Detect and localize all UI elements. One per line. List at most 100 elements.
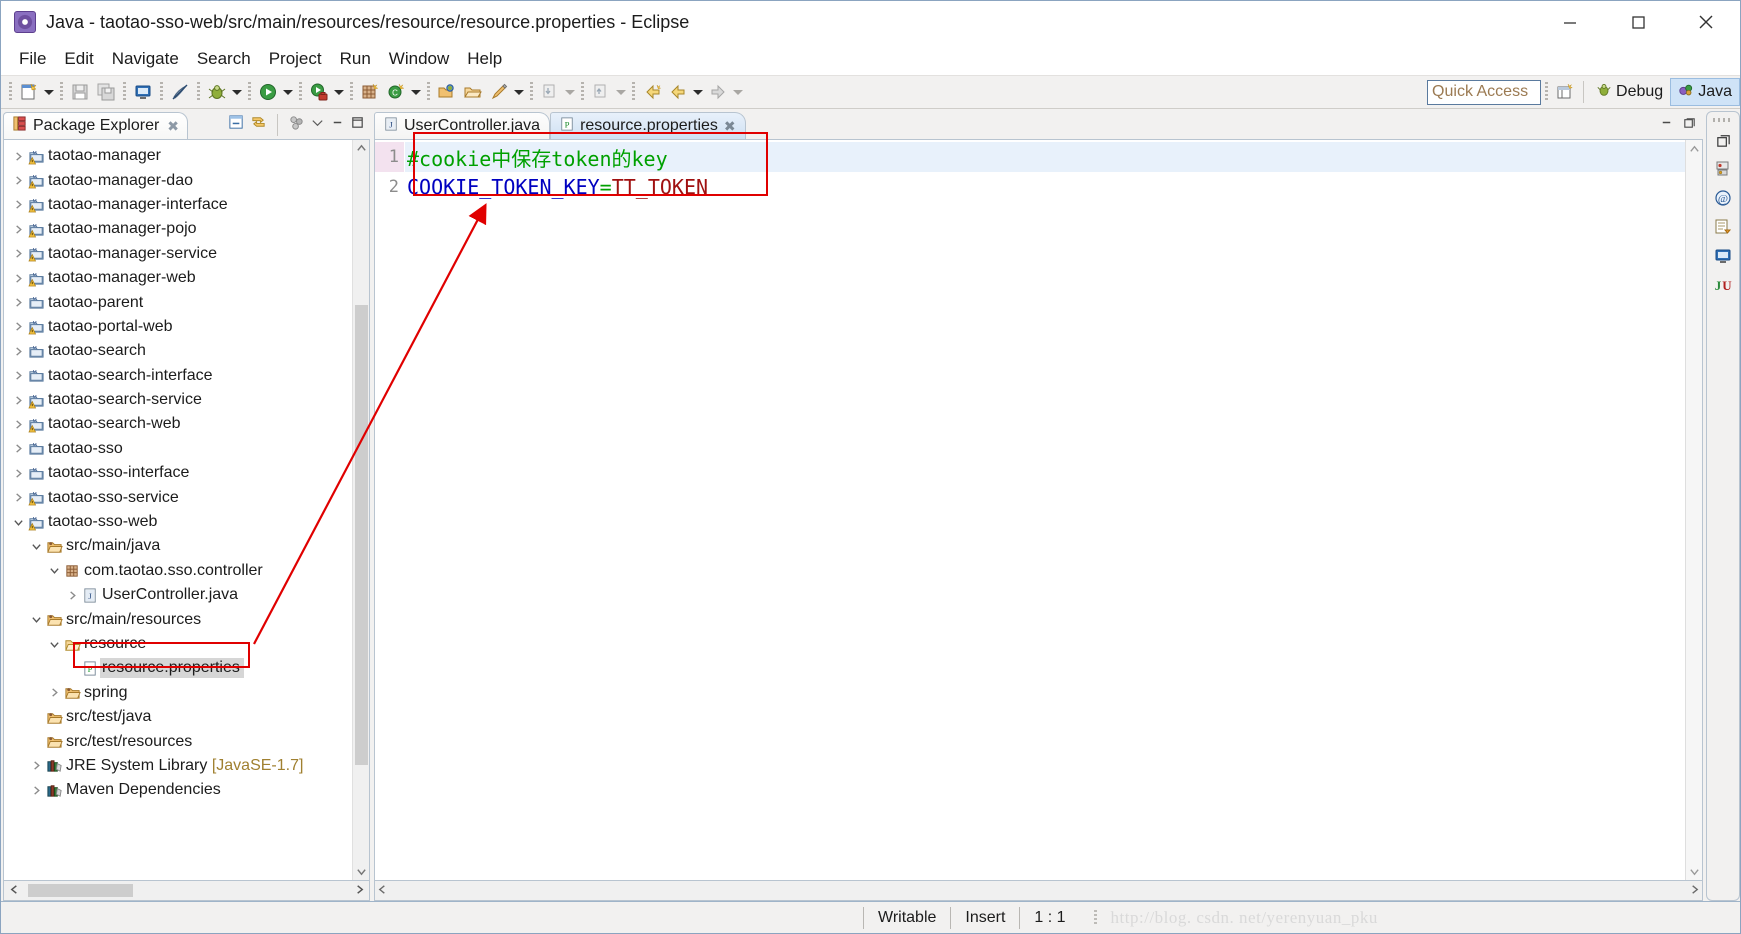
last-edit-location-icon[interactable] <box>639 79 665 105</box>
quick-access-input[interactable]: Quick Access <box>1427 79 1542 105</box>
menu-navigate[interactable]: Navigate <box>103 47 188 71</box>
tree-vertical-scrollbar[interactable] <box>352 140 369 880</box>
toolbar-grip-4[interactable] <box>160 82 163 102</box>
tree-item[interactable]: Mtaotao-sso-interface <box>4 461 352 485</box>
junit-view-icon[interactable]: JU <box>1712 274 1734 296</box>
tree-item[interactable]: Mtaotao-sso-service <box>4 485 352 509</box>
tree-item[interactable]: src/test/java <box>4 705 352 729</box>
tree-scroll-down-icon[interactable] <box>353 863 369 880</box>
view-menu-filter-icon[interactable] <box>288 114 305 136</box>
back-navigation-icon[interactable] <box>665 79 691 105</box>
tree-horizontal-scrollbar[interactable] <box>3 881 370 901</box>
chevron-down-icon[interactable] <box>28 614 44 625</box>
project-tree[interactable]: Mtaotao-manager Mtaotao-manager-dao Mtaota… <box>3 139 370 881</box>
toolbar-grip-2[interactable] <box>60 82 63 102</box>
next-annotation-dropdown-icon[interactable] <box>614 79 628 105</box>
tree-item[interactable]: Mtaotao-sso <box>4 437 352 461</box>
open-type-icon[interactable] <box>434 79 460 105</box>
chevron-right-icon[interactable] <box>10 443 26 454</box>
menu-project[interactable]: Project <box>260 47 331 71</box>
menu-search[interactable]: Search <box>188 47 260 71</box>
tree-hscroll-thumb[interactable] <box>28 884 133 897</box>
chevron-right-icon[interactable] <box>46 687 62 698</box>
chevron-right-icon[interactable] <box>28 760 44 771</box>
chevron-right-icon[interactable] <box>10 273 26 284</box>
chevron-right-icon[interactable] <box>10 419 26 430</box>
editor-horizontal-scrollbar[interactable] <box>374 881 1703 901</box>
menu-help[interactable]: Help <box>458 47 511 71</box>
new-java-class-icon[interactable]: C <box>383 79 409 105</box>
tree-item[interactable]: Mtaotao-portal-web <box>4 315 352 339</box>
tree-item[interactable]: Mtaotao-manager-pojo <box>4 217 352 241</box>
toolbar-grip-6[interactable] <box>248 82 251 102</box>
tab-package-explorer[interactable]: Package Explorer ✖ <box>3 112 189 139</box>
chevron-right-icon[interactable] <box>10 199 26 210</box>
chevron-down-icon[interactable] <box>28 541 44 552</box>
save-all-icon[interactable] <box>93 79 119 105</box>
editor-scroll-up-icon[interactable] <box>1689 140 1700 158</box>
editor-scroll-right-icon[interactable] <box>1689 884 1700 898</box>
chevron-right-icon[interactable] <box>10 321 26 332</box>
outline-view-icon[interactable] <box>1712 216 1734 238</box>
tree-item[interactable]: Mtaotao-sso-web <box>4 510 352 534</box>
collapse-all-icon[interactable] <box>228 114 245 136</box>
toolbar-grip-9[interactable] <box>427 82 430 102</box>
editor-code-area[interactable]: #cookie中保存token的key COOKIE_TOKEN_KEY = TT_T… <box>405 140 1685 880</box>
toolbar-grip-10[interactable] <box>530 82 533 102</box>
menu-file[interactable]: File <box>10 47 55 71</box>
print-icon[interactable] <box>130 79 156 105</box>
debug-dropdown-icon[interactable] <box>230 79 244 105</box>
new-java-package-icon[interactable] <box>357 79 383 105</box>
chevron-right-icon[interactable] <box>10 151 26 162</box>
new-wizard-dropdown-icon[interactable] <box>42 79 56 105</box>
chevron-right-icon[interactable] <box>10 492 26 503</box>
close-button[interactable] <box>1672 1 1740 43</box>
tree-item[interactable]: Mtaotao-search <box>4 339 352 363</box>
chevron-right-icon[interactable] <box>10 224 26 235</box>
toggle-mark-occurrences-icon[interactable] <box>167 79 193 105</box>
tree-item[interactable]: Mtaotao-parent <box>4 290 352 314</box>
editor-tab-usercontroller[interactable]: J UserController.java <box>374 112 551 139</box>
tree-item[interactable]: com.taotao.sso.controller <box>4 559 352 583</box>
chevron-right-icon[interactable] <box>10 370 26 381</box>
previous-annotation-icon[interactable] <box>537 79 563 105</box>
console-view-icon[interactable] <box>1712 245 1734 267</box>
toolbar-grip-11[interactable] <box>581 82 584 102</box>
maximize-button[interactable] <box>1604 1 1672 43</box>
editor-scroll-left-icon[interactable] <box>377 884 388 898</box>
debug-icon[interactable] <box>204 79 230 105</box>
tree-item[interactable]: Mtaotao-manager-service <box>4 242 352 266</box>
tree-item[interactable]: spring <box>4 681 352 705</box>
toolbar-grip-7[interactable] <box>299 82 302 102</box>
chevron-down-icon[interactable] <box>46 639 62 650</box>
text-editor[interactable]: 12 #cookie中保存token的key COOKIE_TOKEN_KEY = T… <box>374 139 1703 881</box>
open-resource-icon[interactable] <box>460 79 486 105</box>
tree-item[interactable]: Maven Dependencies <box>4 778 352 802</box>
toolbar-grip-8[interactable] <box>350 82 353 102</box>
code-line[interactable]: #cookie中保存token的key <box>405 142 1685 172</box>
perspective-grip[interactable] <box>1545 82 1549 102</box>
tree-item[interactable]: JRE System Library [JavaSE-1.7] <box>4 754 352 778</box>
tree-scroll-thumb[interactable] <box>355 305 368 765</box>
tree-scroll-up-icon[interactable] <box>353 140 369 157</box>
tree-item[interactable]: src/main/resources <box>4 607 352 631</box>
chevron-right-icon[interactable] <box>10 395 26 406</box>
view-menu-icon[interactable] <box>310 115 325 135</box>
maximize-icon[interactable] <box>350 115 365 135</box>
perspective-java[interactable]: Java <box>1670 78 1740 106</box>
editor-tab-resource-properties[interactable]: P resource.properties ✖ <box>550 112 746 139</box>
menu-window[interactable]: Window <box>380 47 458 71</box>
menu-run[interactable]: Run <box>331 47 380 71</box>
tree-item[interactable]: J UserController.java <box>4 583 352 607</box>
tree-item[interactable]: Mtaotao-manager-dao <box>4 168 352 192</box>
tree-item[interactable]: Mtaotao-search-service <box>4 388 352 412</box>
next-annotation-icon[interactable] <box>588 79 614 105</box>
tree-item[interactable]: Mtaotao-manager <box>4 144 352 168</box>
close-icon[interactable]: ✖ <box>167 118 179 135</box>
tree-item-selected[interactable]: Presource.properties <box>4 656 352 680</box>
tree-item[interactable]: src/test/resources <box>4 729 352 753</box>
menu-edit[interactable]: Edit <box>55 47 102 71</box>
new-class-dropdown-icon[interactable] <box>409 79 423 105</box>
minimize-icon[interactable] <box>1659 115 1674 135</box>
run-external-tools-icon[interactable] <box>306 79 332 105</box>
